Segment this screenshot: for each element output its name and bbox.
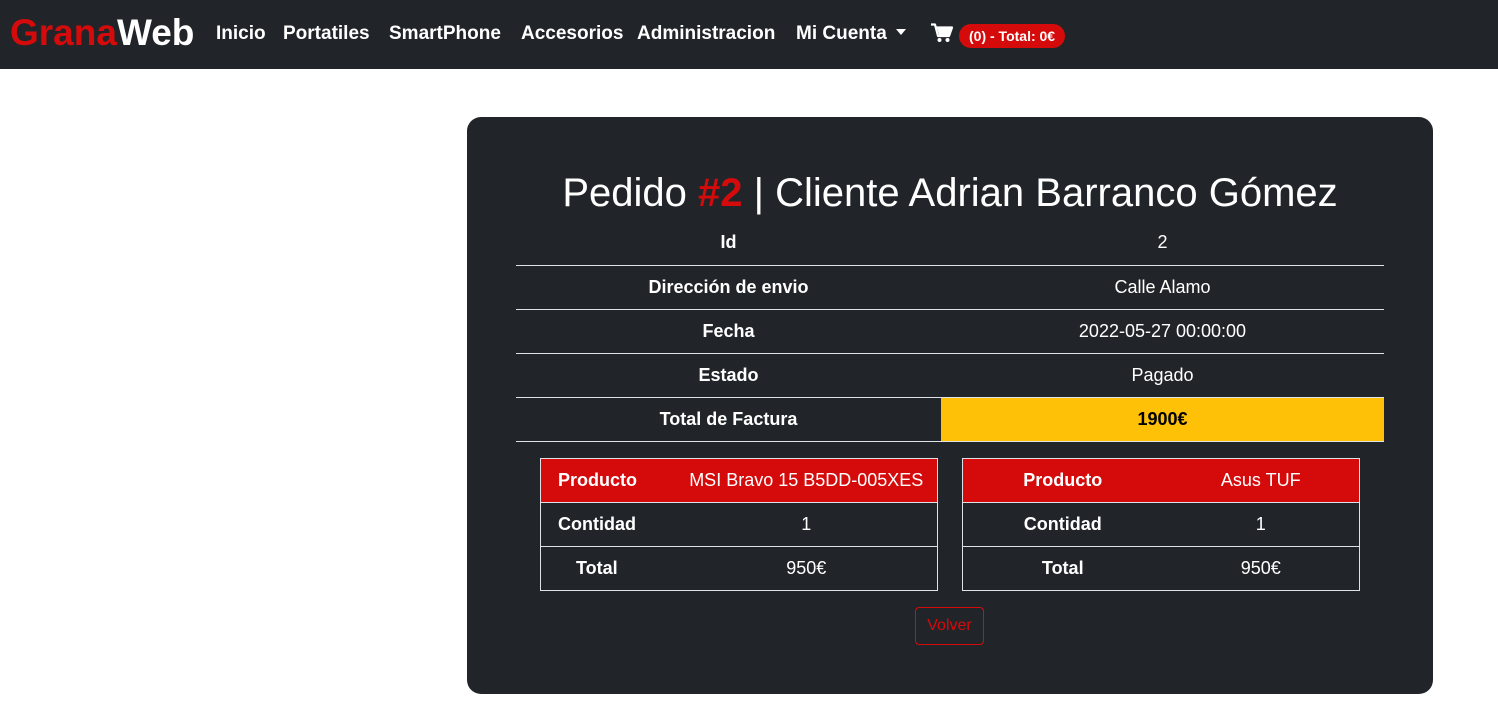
total-value: 950€ [675,546,938,591]
table-row: Contidad 1 [962,502,1360,547]
nav-item-portatiles[interactable]: Portatiles [283,22,370,46]
row-label-direccion: Dirección de envio [516,265,941,310]
nav-item-mi-cuenta[interactable]: Mi Cuenta [796,22,906,46]
nav-item-smartphone[interactable]: SmartPhone [389,22,501,46]
row-label-total: Total de Factura [516,397,941,442]
table-row: Estado Pagado [516,353,1384,398]
nav-item-administracion[interactable]: Administracion [637,22,775,46]
order-details-table: Id 2 Dirección de envio Calle Alamo Fech… [516,221,1384,442]
row-value-direccion: Calle Alamo [941,265,1384,310]
product-name: Asus TUF [1162,458,1360,503]
row-label-id: Id [516,221,941,266]
table-row: Producto Asus TUF [962,458,1360,503]
table-row: Producto MSI Bravo 15 B5DD-005XES [540,458,938,503]
quantity-label: Contidad [962,502,1163,547]
order-card: Pedido #2 | Cliente Adrian Barranco Góme… [467,117,1433,694]
total-label: Total [540,546,676,591]
product-label: Producto [962,458,1163,503]
row-value-total: 1900€ [941,397,1384,442]
table-row: Total 950€ [540,546,938,591]
cart-total-badge[interactable]: (0) - Total: 0€ [959,24,1066,48]
nav-item-inicio[interactable]: Inicio [216,22,266,46]
title-client: | Cliente Adrian Barranco Gómez [742,171,1338,215]
table-row: Id 2 [516,221,1384,266]
nav-item-accesorios[interactable]: Accesorios [521,22,623,46]
table-row: Contidad 1 [540,502,938,547]
product-table-1: Producto MSI Bravo 15 B5DD-005XES Contid… [540,458,938,591]
product-label: Producto [540,458,676,503]
order-number: #2 [698,171,743,215]
mi-cuenta-label: Mi Cuenta [796,23,887,44]
total-value: 950€ [1162,546,1360,591]
product-table-2: Producto Asus TUF Contidad 1 Total 950€ [962,458,1360,591]
quantity-label: Contidad [540,502,676,547]
shopping-cart-icon[interactable] [931,23,953,43]
row-value-estado: Pagado [941,353,1384,398]
table-row: Total 950€ [962,546,1360,591]
brand-part-grana: Grana [10,12,117,53]
brand-logo[interactable]: GranaWeb [10,9,194,57]
brand-part-web: Web [116,12,195,53]
page-title: Pedido #2 | Cliente Adrian Barranco Góme… [467,169,1433,217]
quantity-value: 1 [675,502,938,547]
product-name: MSI Bravo 15 B5DD-005XES [675,458,938,503]
row-label-estado: Estado [516,353,941,398]
title-prefix: Pedido [562,171,699,215]
total-label: Total [962,546,1163,591]
top-navbar: GranaWeb Inicio Portatiles SmartPhone Ac… [0,0,1498,69]
quantity-value: 1 [1162,502,1360,547]
table-row: Total de Factura 1900€ [516,397,1384,442]
table-row: Dirección de envio Calle Alamo [516,265,1384,310]
volver-button[interactable]: Volver [915,607,984,645]
row-value-id: 2 [941,221,1384,266]
chevron-down-icon [895,28,906,35]
row-value-fecha: 2022-05-27 00:00:00 [941,309,1384,354]
row-label-fecha: Fecha [516,309,941,354]
table-row: Fecha 2022-05-27 00:00:00 [516,309,1384,354]
